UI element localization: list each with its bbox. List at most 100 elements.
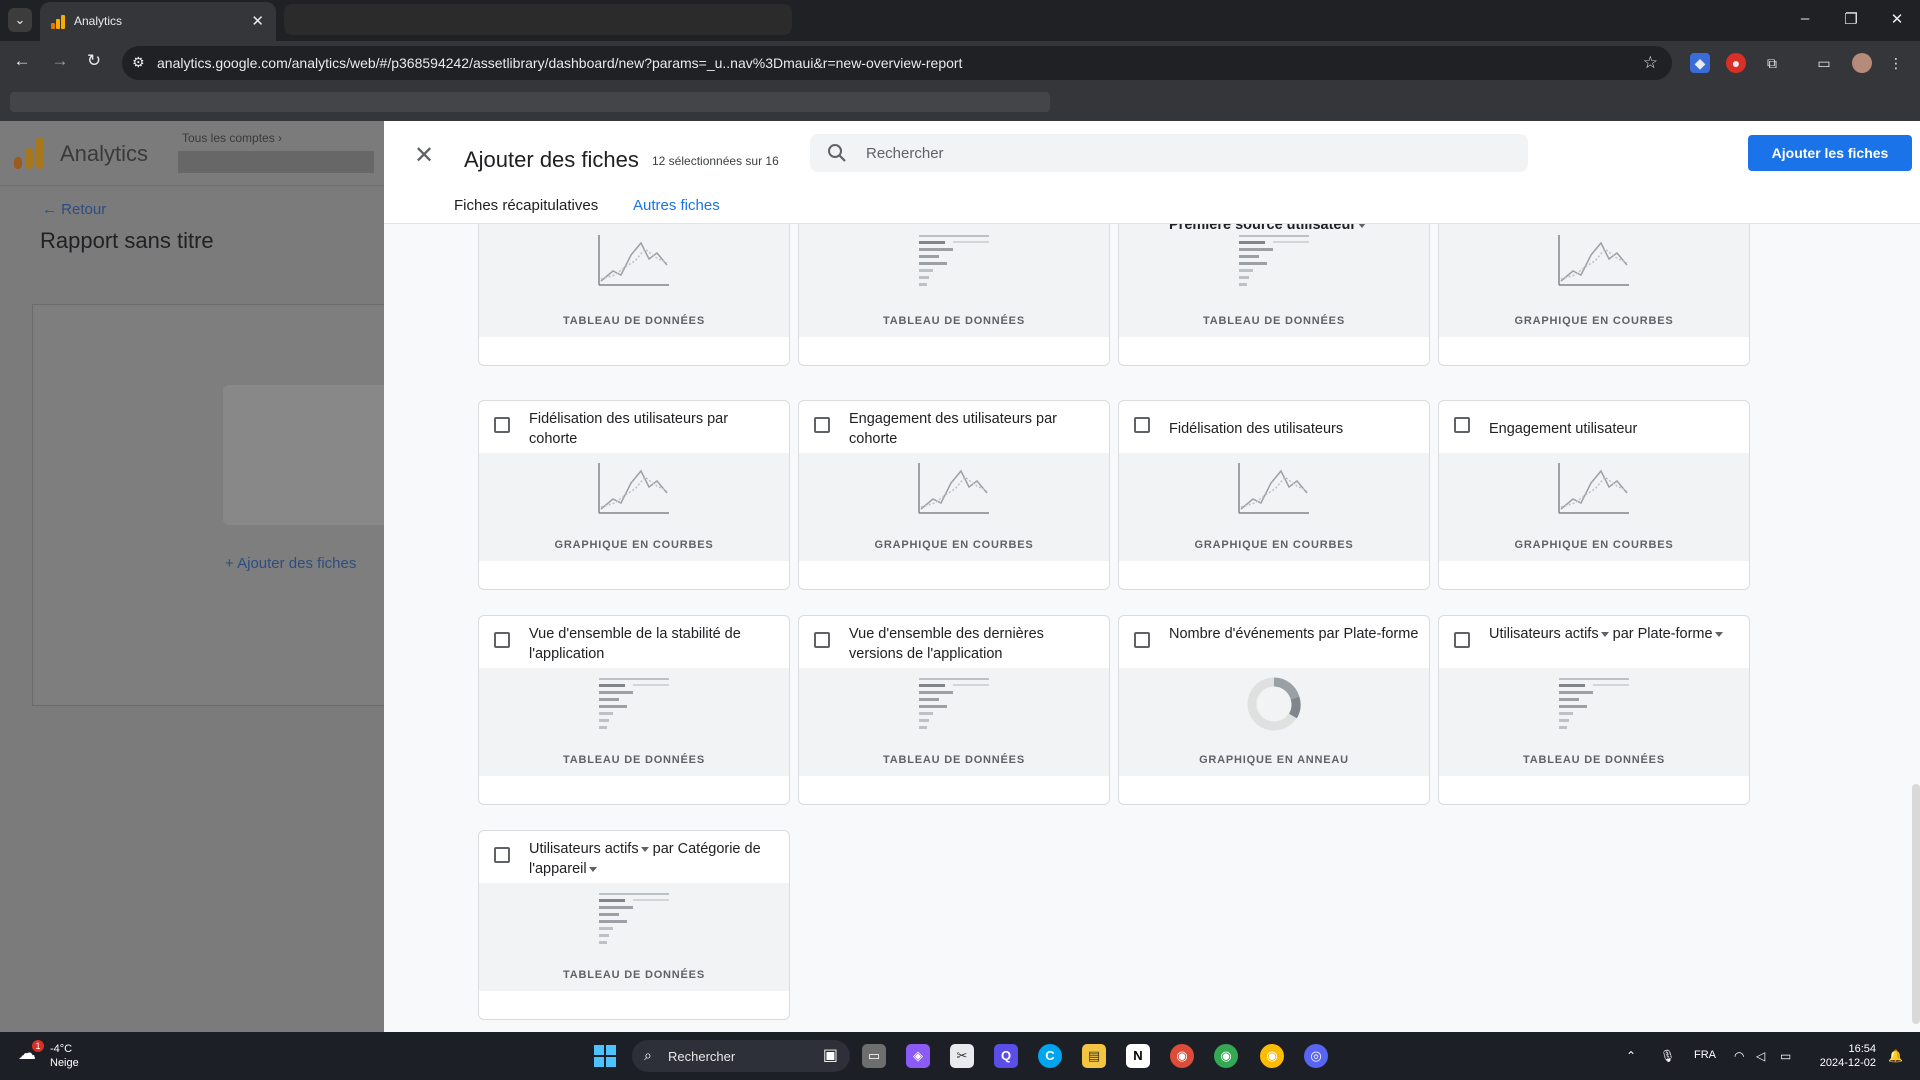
tile-card-utilisateurs-actifs-par-plate-forme[interactable]: Utilisateurs actifs par Plate-forme TABLE… (1438, 615, 1750, 805)
metric-selector[interactable]: Utilisateurs actifs (529, 841, 649, 857)
tile-checkbox[interactable] (1454, 417, 1470, 433)
clock-time: 16:54 (1848, 1043, 1876, 1055)
tile-checkbox[interactable] (1454, 632, 1470, 648)
windows-start-icon[interactable] (594, 1045, 616, 1067)
tile-card-utilisateurs-actifs-par-categorie-de-l-appareil[interactable]: Utilisateurs actifs par Catégorie de l'a… (478, 830, 790, 1020)
extension-shield-icon[interactable]: ◆ (1690, 53, 1710, 73)
tile-checkbox[interactable] (494, 417, 510, 433)
back-arrow-icon[interactable]: ← (10, 51, 34, 71)
add-tiles-label: Ajouter des fiches (237, 555, 357, 572)
tile-type-label: TABLEAU DE DONNÉES (883, 315, 1025, 327)
restore-icon[interactable]: ❐ (1836, 10, 1866, 28)
line-chart-icon (1557, 233, 1631, 294)
copilot-icon[interactable]: ◈ (906, 1044, 930, 1068)
app-c-icon[interactable]: C (1038, 1044, 1062, 1068)
forward-arrow-icon[interactable]: → (48, 51, 72, 71)
window-close-icon[interactable]: ✕ (1882, 10, 1912, 28)
tile-card-fidelisation-des-utilisateurs-par-cohorte[interactable]: Fidélisation des utilisateurs par cohort… (478, 400, 790, 590)
close-icon[interactable]: ✕ (414, 141, 434, 170)
taskbar-search[interactable]: ⌕ Rechercher ▣ (632, 1040, 850, 1072)
chrome-profile-icon[interactable]: ◉ (1214, 1044, 1238, 1068)
tray-chevron-icon[interactable]: ⌃ (1626, 1049, 1636, 1063)
tile-preview: GRAPHIQUE EN COURBES (479, 453, 789, 561)
tile-card-partial[interactable]: TABLEAU DE DONNÉES (798, 224, 1110, 366)
tile-card-nombre-d-evenements-par-plate-forme[interactable]: Nombre d'événements par Plate-forme GRAPH… (1118, 615, 1430, 805)
property-selector[interactable] (178, 151, 374, 173)
back-link[interactable]: ← Retour (42, 201, 106, 218)
app-q-icon[interactable]: Q (994, 1044, 1018, 1068)
volume-icon[interactable]: ◁ (1756, 1049, 1765, 1063)
tile-card-vue-d-ensemble-des-dernieres-versions-de-l-application[interactable]: Vue d'ensemble des dernières versions de… (798, 615, 1110, 805)
bookmark-star-icon[interactable]: ☆ (1643, 53, 1658, 73)
tile-type-label: GRAPHIQUE EN COURBES (1514, 315, 1674, 327)
add-tiles-button[interactable]: Ajouter les fiches (1748, 135, 1912, 171)
tile-checkbox[interactable] (814, 417, 830, 433)
discord-icon[interactable]: ◎ (1304, 1044, 1328, 1068)
address-bar[interactable]: ⚙ analytics.google.com/analytics/web/#/p… (122, 46, 1672, 80)
battery-icon[interactable]: ▭ (1780, 1049, 1791, 1063)
extensions-puzzle-icon[interactable]: ⧉ (1762, 53, 1782, 73)
empty-report-illustration (223, 385, 393, 525)
metric-selector[interactable]: Utilisateurs actifs (1489, 626, 1609, 642)
tile-checkbox[interactable] (494, 847, 510, 863)
tile-header: Engagement utilisateur (1439, 401, 1749, 453)
tile-card-engagement-utilisateur[interactable]: Engagement utilisateur GRAPHIQUE EN COURB… (1438, 400, 1750, 590)
tab-summary-tiles[interactable]: Fiches récapitulatives (454, 197, 598, 214)
task-view-icon[interactable]: ▭ (862, 1044, 886, 1068)
tile-card-vue-d-ensemble-de-la-stabilite-de-l-application[interactable]: Vue d'ensemble de la stabilité de l'appl… (478, 615, 790, 805)
tile-checkbox[interactable] (494, 632, 510, 648)
tab-search-button[interactable]: ⌄ (8, 8, 32, 32)
donut-chart-icon (1237, 676, 1311, 737)
dropdown-caret-icon[interactable] (1357, 224, 1366, 228)
microphone-icon[interactable]: 🎙 (1660, 1049, 1675, 1063)
reload-icon[interactable]: ↻ (82, 51, 106, 71)
dimension-selector[interactable]: Plate-forme (1638, 626, 1723, 642)
account-breadcrumb[interactable]: Tous les comptes › (182, 131, 282, 145)
extension-badge-icon[interactable]: ● (1726, 53, 1746, 73)
wifi-icon[interactable]: ◠ (1734, 1049, 1744, 1063)
browser-menu-icon[interactable]: ⋮ (1886, 53, 1906, 73)
tile-card-partial[interactable]: TABLEAU DE DONNÉES Première source utilis… (1118, 224, 1430, 366)
minimize-icon[interactable]: – (1790, 10, 1820, 27)
scrollbar[interactable] (1912, 784, 1920, 1024)
chrome-active-icon[interactable]: ◉ (1260, 1044, 1284, 1068)
analytics-logo-icon (14, 137, 44, 169)
tile-checkbox[interactable] (1134, 417, 1150, 433)
tile-title: Première source utilisateur (1169, 224, 1366, 233)
accounts-label: Tous les comptes (182, 131, 275, 145)
table-icon (917, 676, 991, 737)
blurred-bookmarks (10, 92, 1050, 112)
dropdown-caret-icon (588, 866, 597, 872)
table-icon (597, 891, 671, 952)
tab-other-tiles[interactable]: Autres fiches (633, 197, 720, 228)
tile-header: Utilisateurs actifs par Catégorie de l'a… (479, 831, 789, 883)
tile-preview: GRAPHIQUE EN COURBES (1439, 224, 1749, 337)
cast-icon[interactable]: ▭ (1814, 53, 1834, 73)
tile-card-engagement-des-utilisateurs-par-cohorte[interactable]: Engagement des utilisateurs par cohorte G… (798, 400, 1110, 590)
chrome-icon[interactable]: ◉ (1170, 1044, 1194, 1068)
add-tiles-link[interactable]: + Ajouter des fiches (225, 555, 356, 572)
profile-avatar[interactable] (1852, 53, 1872, 73)
tile-type-label: TABLEAU DE DONNÉES (563, 754, 705, 766)
tile-card-partial[interactable]: GRAPHIQUE EN COURBES (1438, 224, 1750, 366)
search-field[interactable]: Rechercher (810, 134, 1528, 172)
tile-preview: GRAPHIQUE EN COURBES (1439, 453, 1749, 561)
snipping-tool-icon[interactable]: ✂ (950, 1044, 974, 1068)
notion-icon[interactable]: N (1126, 1044, 1150, 1068)
tile-checkbox[interactable] (814, 632, 830, 648)
clock[interactable]: 16:54 2024-12-02 (1812, 1042, 1876, 1070)
language-indicator[interactable]: FRA (1694, 1049, 1716, 1061)
browser-tab-analytics[interactable]: Analytics ✕ (40, 2, 276, 41)
tile-card-fidelisation-des-utilisateurs[interactable]: Fidélisation des utilisateurs GRAPHIQUE E… (1118, 400, 1430, 590)
site-info-icon[interactable]: ⚙ (132, 54, 145, 71)
tile-header: Fidélisation des utilisateurs par cohort… (479, 401, 789, 453)
ga-header: Analytics Tous les comptes › (0, 121, 384, 185)
tile-card-partial[interactable]: TABLEAU DE DONNÉES (478, 224, 790, 366)
tile-checkbox[interactable] (1134, 632, 1150, 648)
tab-close-icon[interactable]: ✕ (251, 12, 264, 30)
tile-title-text: Fidélisation des utilisateurs par cohort… (529, 411, 729, 447)
notifications-icon[interactable]: 🔔 (1888, 1049, 1903, 1063)
bookmarks-bar (0, 85, 1920, 121)
file-explorer-icon[interactable]: ▤ (1082, 1044, 1106, 1068)
search-icon (828, 144, 846, 162)
